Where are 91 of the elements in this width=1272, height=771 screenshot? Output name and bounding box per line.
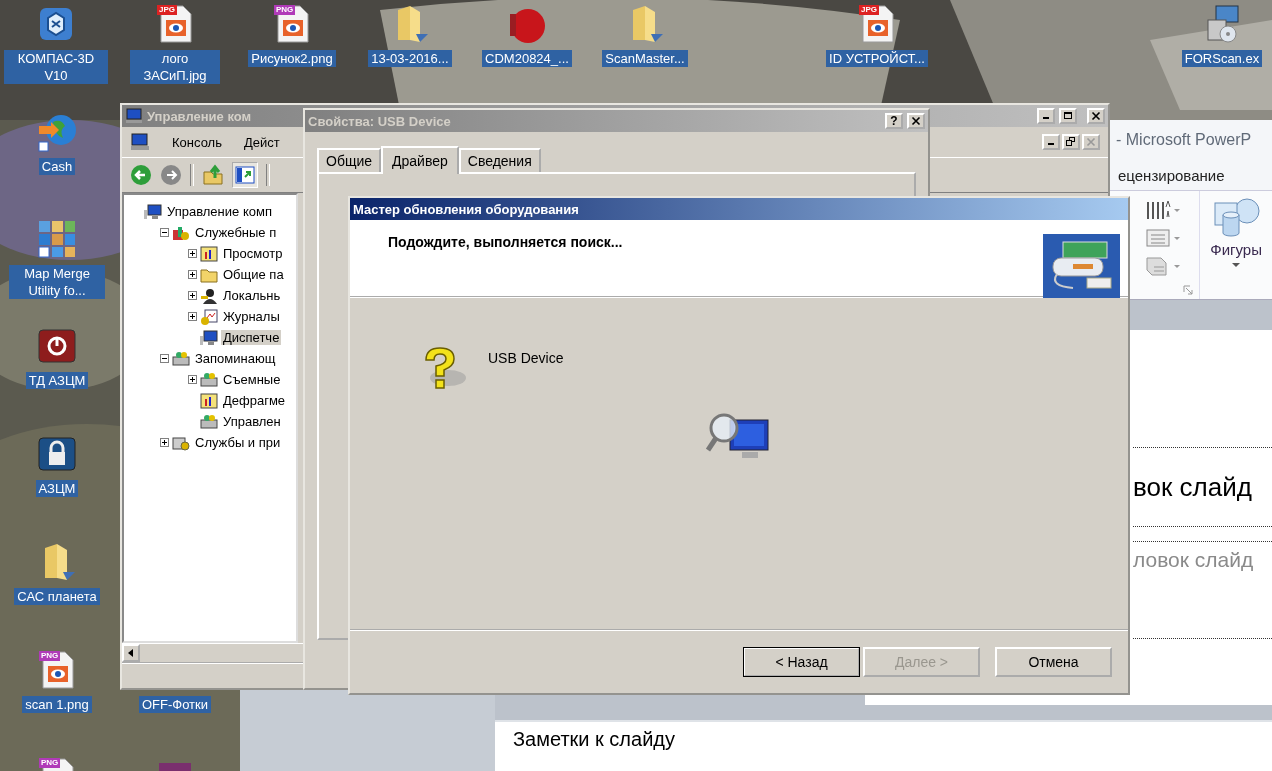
- tree-item[interactable]: Локальнь: [221, 288, 283, 303]
- ribbon-tab[interactable]: ецензирование: [1118, 166, 1225, 184]
- computer-icon: [144, 203, 162, 220]
- collapse-icon[interactable]: [160, 354, 169, 363]
- icon-label[interactable]: scan 1.png: [22, 696, 92, 713]
- window-title: Управление ком: [147, 108, 252, 124]
- icon-label[interactable]: ScanMaster...: [602, 50, 688, 67]
- tree-item[interactable]: Службы и при: [193, 435, 283, 450]
- tree-item[interactable]: Съемные: [221, 372, 283, 387]
- minimize-button[interactable]: [1042, 134, 1060, 150]
- computer-icon: [200, 329, 218, 346]
- globe-icon[interactable]: [37, 112, 77, 152]
- file-type-label: PNG: [39, 651, 61, 661]
- shapes-icon[interactable]: [1211, 197, 1262, 237]
- map-tiles-icon[interactable]: [37, 219, 77, 259]
- close-icon: [911, 116, 921, 126]
- file-type-label: JPG: [859, 5, 879, 15]
- tree-item[interactable]: Дефрагме: [221, 393, 288, 408]
- power-icon[interactable]: [37, 326, 77, 366]
- gear-icon: [172, 434, 190, 451]
- drive-icon: [200, 371, 218, 388]
- dialog-launcher-icon[interactable]: [1183, 285, 1194, 295]
- expand-icon[interactable]: [188, 291, 197, 300]
- shapes-button[interactable]: Фигуры: [1210, 241, 1262, 258]
- device-name: USB Device: [488, 350, 564, 366]
- file-type-label: JPG: [157, 5, 177, 15]
- wizard-button[interactable]: Отмена: [995, 647, 1112, 677]
- window-title: - Microsoft PowerP: [1116, 131, 1252, 149]
- forward-icon[interactable]: [160, 164, 182, 186]
- icon-label[interactable]: CDM20824_...: [482, 50, 572, 67]
- user-icon: [200, 287, 218, 304]
- icon-label[interactable]: САС планета: [14, 588, 100, 605]
- expand-icon[interactable]: [188, 270, 197, 279]
- drive-icon: [200, 413, 218, 430]
- chart-icon: [200, 392, 218, 409]
- back-icon[interactable]: [130, 164, 152, 186]
- icon-label[interactable]: OFF-Фотки: [138, 696, 212, 713]
- collapse-icon[interactable]: [160, 228, 169, 237]
- restore-button[interactable]: [1062, 134, 1080, 150]
- tree-item[interactable]: Управление комп: [165, 204, 274, 219]
- icon-label[interactable]: Cash: [38, 158, 76, 175]
- wizard-heading: Подождите, выполняется поиск...: [388, 234, 623, 252]
- icon-label[interactable]: Рисунок2.png: [248, 50, 336, 67]
- maximize-icon: [1063, 111, 1073, 121]
- icon-label[interactable]: 13-03-2016...: [368, 50, 452, 67]
- caret-icon[interactable]: [1231, 262, 1242, 268]
- tab[interactable]: Драйвер: [381, 146, 459, 174]
- restore-icon: [1066, 137, 1076, 147]
- slide-title[interactable]: вок слайд: [1133, 471, 1252, 503]
- tree-item[interactable]: Запоминающ: [193, 351, 278, 366]
- computer-icon: [125, 108, 143, 124]
- expand-icon[interactable]: [160, 438, 169, 447]
- hardware-icon: [1043, 234, 1120, 298]
- menu-item[interactable]: Дейст: [243, 134, 280, 150]
- window-title: Свойства: USB Device: [308, 113, 451, 129]
- computer-icon: [130, 133, 150, 151]
- window-title: Мастер обновления оборудования: [353, 201, 579, 217]
- expand-icon[interactable]: [188, 312, 197, 321]
- log-icon: [200, 308, 218, 325]
- toolbox-icon: [172, 224, 190, 241]
- tree-item[interactable]: Диспетче: [221, 330, 282, 345]
- scroll-left-button[interactable]: [122, 644, 140, 662]
- tab[interactable]: Общие: [317, 148, 382, 172]
- icon-label[interactable]: FORScan.ex: [1181, 50, 1263, 67]
- file-type-label: PNG: [274, 5, 296, 15]
- drive-icon: [172, 350, 190, 367]
- tree-item[interactable]: Просмотр: [221, 246, 285, 261]
- expand-icon[interactable]: [188, 249, 197, 258]
- icon-label[interactable]: ID УСТРОЙСТ...: [826, 50, 928, 67]
- chart-icon: [200, 245, 218, 262]
- wizard-button[interactable]: < Назад: [743, 647, 860, 677]
- tab[interactable]: Сведения: [458, 148, 541, 172]
- expand-icon[interactable]: [188, 375, 197, 384]
- tree-item[interactable]: Управлен: [221, 414, 283, 429]
- close-icon: [1086, 137, 1096, 147]
- close-icon: [1091, 111, 1101, 121]
- left-arrow-icon: [128, 649, 134, 657]
- menu-item[interactable]: Консоль: [172, 134, 222, 150]
- icon-label[interactable]: АЗЦМ: [35, 480, 79, 497]
- lock-icon[interactable]: [37, 434, 77, 474]
- tree-item[interactable]: Общие па: [221, 267, 286, 282]
- file-type-label: PNG: [39, 758, 61, 768]
- notes-placeholder[interactable]: Заметки к слайду: [513, 728, 675, 750]
- icon-label[interactable]: Map Merge Utility fo...: [9, 265, 105, 299]
- tree-toggle-icon[interactable]: [232, 162, 258, 188]
- icon-label[interactable]: лого ЗАСиП.jpg: [130, 50, 220, 84]
- tree-item[interactable]: Журналы: [221, 309, 282, 324]
- icon-label[interactable]: ТД АЗЦМ: [25, 372, 89, 389]
- folder-icon: [200, 266, 218, 283]
- icon-label[interactable]: КОМПАС-3D V10: [4, 50, 108, 84]
- tree-item[interactable]: Служебные п: [193, 225, 279, 240]
